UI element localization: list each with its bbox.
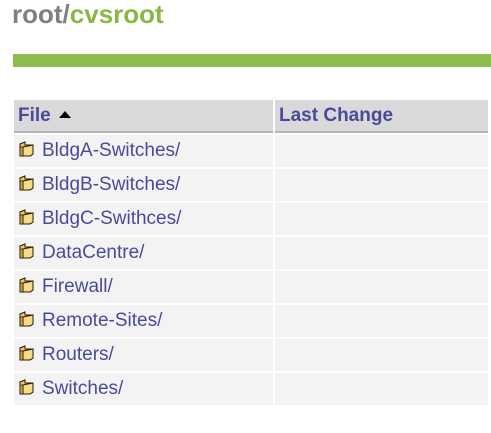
table-row: BldgB-Switches/ — [14, 169, 488, 201]
directory-listing-table: File Last Change BldgA-Switches/BldgB-Sw… — [12, 98, 490, 407]
folder-icon — [18, 243, 36, 260]
directory-link[interactable]: Routers/ — [18, 344, 114, 365]
directory-link[interactable]: BldgB-Switches/ — [18, 174, 180, 195]
file-cell: BldgB-Switches/ — [14, 169, 273, 201]
file-cell: BldgC-Swithces/ — [14, 203, 273, 235]
file-cell: Firewall/ — [14, 271, 273, 303]
last-change-cell — [275, 373, 488, 405]
file-cell: DataCentre/ — [14, 237, 273, 269]
table-row: BldgA-Switches/ — [14, 135, 488, 167]
table-row: Switches/ — [14, 373, 488, 405]
last-change-cell — [275, 237, 488, 269]
last-change-cell — [275, 339, 488, 371]
file-cell: Remote-Sites/ — [14, 305, 273, 337]
directory-name: Switches/ — [42, 378, 124, 399]
table-row: Remote-Sites/ — [14, 305, 488, 337]
table-header-row: File Last Change — [14, 100, 488, 133]
directory-name: BldgB-Switches/ — [42, 174, 181, 195]
folder-icon — [18, 379, 36, 396]
last-change-column-label: Last Change — [279, 104, 394, 126]
sort-ascending-icon — [58, 110, 71, 118]
directory-name: Routers/ — [42, 344, 114, 365]
breadcrumb: root/cvsroot — [12, 0, 164, 30]
folder-icon — [18, 277, 36, 294]
breadcrumb-separator: / — [62, 0, 70, 29]
last-change-cell — [275, 203, 488, 235]
folder-icon — [18, 141, 36, 158]
directory-name: BldgA-Switches/ — [42, 140, 181, 161]
table-row: Firewall/ — [14, 271, 488, 303]
folder-icon — [18, 311, 36, 328]
last-change-cell — [275, 271, 488, 303]
last-change-column-header[interactable]: Last Change — [275, 100, 488, 133]
breadcrumb-current: cvsroot — [69, 0, 164, 29]
directory-link[interactable]: Firewall/ — [18, 276, 113, 297]
directory-link[interactable]: BldgC-Swithces/ — [18, 208, 181, 229]
directory-name: DataCentre/ — [42, 242, 145, 263]
folder-icon — [18, 209, 36, 226]
last-change-cell — [275, 169, 488, 201]
last-change-cell — [275, 135, 488, 167]
breadcrumb-root-link[interactable]: root — [12, 0, 63, 29]
table-row: Routers/ — [14, 339, 488, 371]
file-cell: BldgA-Switches/ — [14, 135, 273, 167]
file-column-header[interactable]: File — [14, 100, 273, 133]
file-cell: Switches/ — [14, 373, 273, 405]
directory-name: BldgC-Swithces/ — [42, 208, 182, 229]
table-row: DataCentre/ — [14, 237, 488, 269]
directory-name: Firewall/ — [42, 276, 113, 297]
directory-link[interactable]: DataCentre/ — [18, 242, 144, 263]
last-change-cell — [275, 305, 488, 337]
directory-link[interactable]: Remote-Sites/ — [18, 310, 162, 331]
folder-icon — [18, 345, 36, 362]
file-cell: Routers/ — [14, 339, 273, 371]
directory-name: Remote-Sites/ — [42, 310, 163, 331]
directory-link[interactable]: Switches/ — [18, 378, 123, 399]
directory-link[interactable]: BldgA-Switches/ — [18, 140, 180, 161]
header-divider-bar — [13, 54, 491, 67]
folder-icon — [18, 175, 36, 192]
table-row: BldgC-Swithces/ — [14, 203, 488, 235]
file-column-label: File — [18, 104, 51, 126]
